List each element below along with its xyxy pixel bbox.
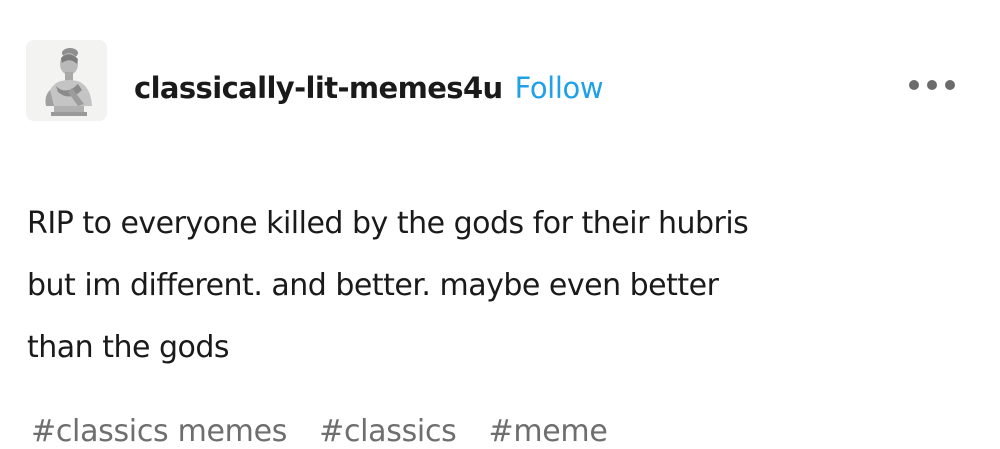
more-options-ellipsis-icon bbox=[909, 80, 955, 90]
post-header: classically-lit-memes4u Follow bbox=[134, 66, 604, 110]
post-body-line: RIP to everyone killed by the gods for t… bbox=[27, 206, 749, 241]
post-body-line: than the gods bbox=[27, 330, 230, 365]
more-options-button[interactable] bbox=[902, 70, 962, 100]
post-body-line: but im different. and better. maybe even… bbox=[27, 268, 719, 303]
follow-button[interactable]: Follow bbox=[515, 71, 604, 105]
username-link[interactable]: classically-lit-memes4u bbox=[134, 71, 503, 105]
tumblr-post: classically-lit-memes4u Follow RIP to ev… bbox=[0, 0, 1000, 449]
avatar[interactable] bbox=[26, 40, 107, 121]
classical-bust-statue-icon bbox=[26, 40, 107, 121]
post-body: RIP to everyone killed by the gods for t… bbox=[27, 193, 977, 379]
